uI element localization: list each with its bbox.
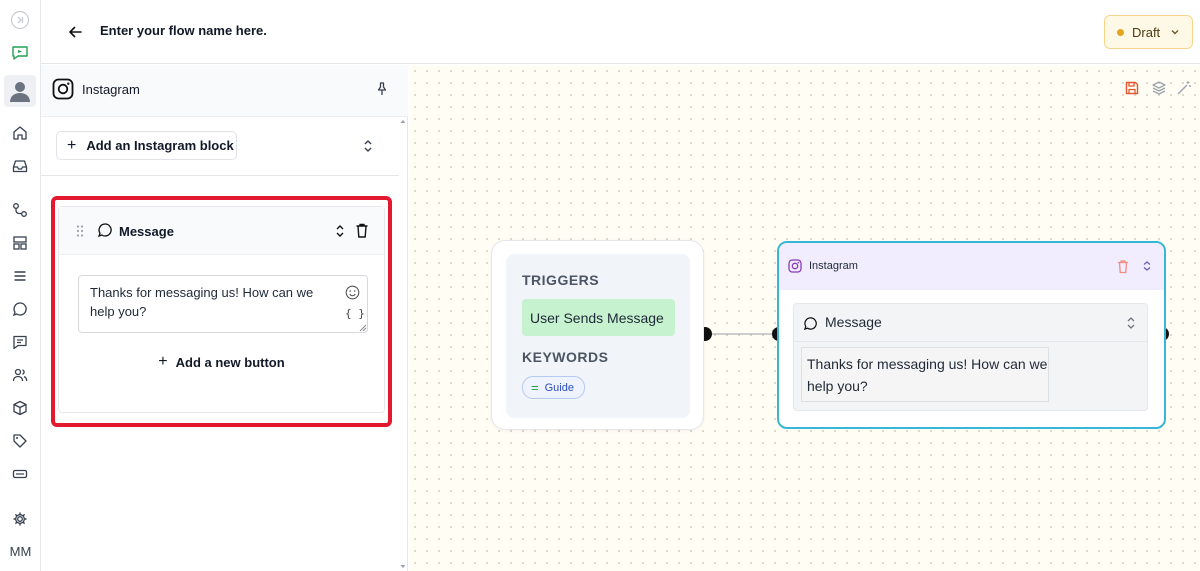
instagram-node-header: Instagram <box>779 243 1164 290</box>
node-message-text: Thanks for messaging us! How can we help… <box>801 347 1049 402</box>
layers-icon[interactable] <box>1151 80 1167 96</box>
trigger-chip[interactable]: User Sends Message <box>522 299 675 336</box>
add-instagram-block-button[interactable]: + Add an Instagram block <box>56 131 237 160</box>
collapse-icon[interactable] <box>8 8 32 32</box>
chevron-down-icon <box>1170 27 1180 37</box>
status-dropdown[interactable]: Draft <box>1104 15 1193 49</box>
user-initials[interactable]: MM <box>0 544 41 559</box>
top-header: Enter your flow name here. Draft <box>41 0 1200 64</box>
divider <box>41 175 399 176</box>
message-bubble-icon <box>97 222 113 238</box>
status-dot <box>1117 28 1124 36</box>
panel-title: Instagram <box>82 82 140 97</box>
message-block-label: Message <box>119 224 174 239</box>
trash-icon[interactable] <box>354 222 370 239</box>
divider <box>794 341 1147 342</box>
message-textarea[interactable]: Thanks for messaging us! How can we help… <box>78 275 368 333</box>
instagram-node[interactable]: Instagram Message Thanks for messaging u… <box>777 241 1166 429</box>
keywords-heading: KEYWORDS <box>522 349 609 365</box>
keyword-label: Guide <box>544 381 574 394</box>
plus-icon: + <box>67 136 77 154</box>
node-message-block[interactable]: Message Thanks for messaging us! How can… <box>793 303 1148 411</box>
trash-icon[interactable] <box>1116 259 1130 274</box>
message-square-icon[interactable] <box>8 330 32 354</box>
inbox-icon[interactable] <box>8 154 32 178</box>
flow-icon[interactable] <box>8 41 32 65</box>
chevron-updown-icon[interactable] <box>361 138 375 154</box>
settings-icon[interactable] <box>8 507 32 531</box>
scrollbar[interactable] <box>399 117 407 571</box>
message-block-card: Message Thanks for messaging us! How can… <box>51 196 392 427</box>
flow-name-input[interactable]: Enter your flow name here. <box>100 23 267 38</box>
magic-wand-icon[interactable] <box>1176 80 1192 96</box>
box-icon[interactable] <box>8 396 32 420</box>
add-block-label: Add an Instagram block <box>86 138 234 153</box>
plus-icon: + <box>158 353 168 370</box>
workflow-icon[interactable] <box>8 198 32 222</box>
message-bubble-icon <box>803 316 818 331</box>
add-new-button[interactable]: + Add a new button <box>59 353 384 371</box>
keyword-chip[interactable]: = Guide <box>522 376 585 399</box>
equals-icon: = <box>531 380 539 395</box>
tag-icon[interactable] <box>8 429 32 453</box>
instagram-node-title: Instagram <box>809 260 858 272</box>
save-icon[interactable] <box>1124 80 1140 96</box>
left-rail: MM <box>0 0 41 571</box>
emoji-icon[interactable] <box>345 285 360 300</box>
list-icon[interactable] <box>8 264 32 288</box>
panel-header: Instagram <box>41 65 408 117</box>
chat-icon[interactable] <box>8 297 32 321</box>
drag-handle-icon[interactable] <box>75 224 85 238</box>
user-avatar-icon[interactable] <box>4 75 36 107</box>
instagram-icon <box>52 78 74 100</box>
contacts-icon[interactable] <box>8 363 32 387</box>
chevron-updown-icon[interactable] <box>333 223 347 239</box>
triggers-heading: TRIGGERS <box>522 272 600 288</box>
add-button-label: Add a new button <box>175 354 285 370</box>
chevron-updown-icon[interactable] <box>1141 260 1153 272</box>
layout-icon[interactable] <box>8 231 32 255</box>
back-arrow-icon[interactable] <box>65 22 85 42</box>
flow-canvas[interactable]: TRIGGERS User Sends Message KEYWORDS = G… <box>409 65 1200 571</box>
trigger-node-body: TRIGGERS User Sends Message KEYWORDS = G… <box>506 254 690 418</box>
block-editor-panel: Instagram + Add an Instagram block Messa… <box>41 65 408 571</box>
pin-icon[interactable] <box>374 81 390 97</box>
node-message-label: Message <box>825 314 882 330</box>
instagram-icon <box>788 259 802 273</box>
message-block-header: Message <box>59 207 384 255</box>
status-label: Draft <box>1132 24 1161 40</box>
home-icon[interactable] <box>8 121 32 145</box>
chevron-updown-icon[interactable] <box>1125 316 1137 330</box>
trigger-node[interactable]: TRIGGERS User Sends Message KEYWORDS = G… <box>491 240 704 430</box>
resize-handle-icon[interactable] <box>359 324 367 332</box>
message-block: Message Thanks for messaging us! How can… <box>58 206 385 413</box>
variable-insert-button[interactable]: { } <box>345 307 365 320</box>
keyboard-icon[interactable] <box>8 462 32 486</box>
